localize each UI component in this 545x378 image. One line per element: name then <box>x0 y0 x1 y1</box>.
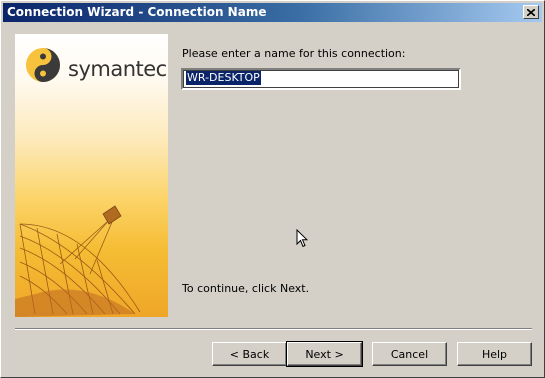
back-button[interactable]: < Back <box>212 342 287 366</box>
separator-line <box>15 328 532 330</box>
window-title: Connection Wizard - Connection Name <box>7 5 267 19</box>
help-button[interactable]: Help <box>457 342 532 366</box>
close-icon <box>527 8 535 16</box>
connection-name-label: Please enter a name for this connection: <box>182 47 406 60</box>
wizard-side-image: symantec. <box>15 34 168 317</box>
symantec-logo: symantec. <box>25 44 168 84</box>
continue-hint: To continue, click Next. <box>182 282 310 295</box>
next-button[interactable]: Next > <box>286 341 363 367</box>
cancel-button[interactable]: Cancel <box>372 342 447 366</box>
brand-name: symantec. <box>68 57 168 81</box>
title-bar[interactable]: Connection Wizard - Connection Name <box>3 3 542 22</box>
satellite-dish-icon <box>15 205 141 317</box>
mouse-cursor-icon <box>296 229 308 248</box>
connection-name-value[interactable]: WR-DESKTOP <box>186 71 261 85</box>
symantec-logo-icon <box>26 48 60 82</box>
close-button[interactable] <box>523 5 539 19</box>
connection-wizard-window: Connection Wizard - Connection Name syma… <box>0 0 545 378</box>
